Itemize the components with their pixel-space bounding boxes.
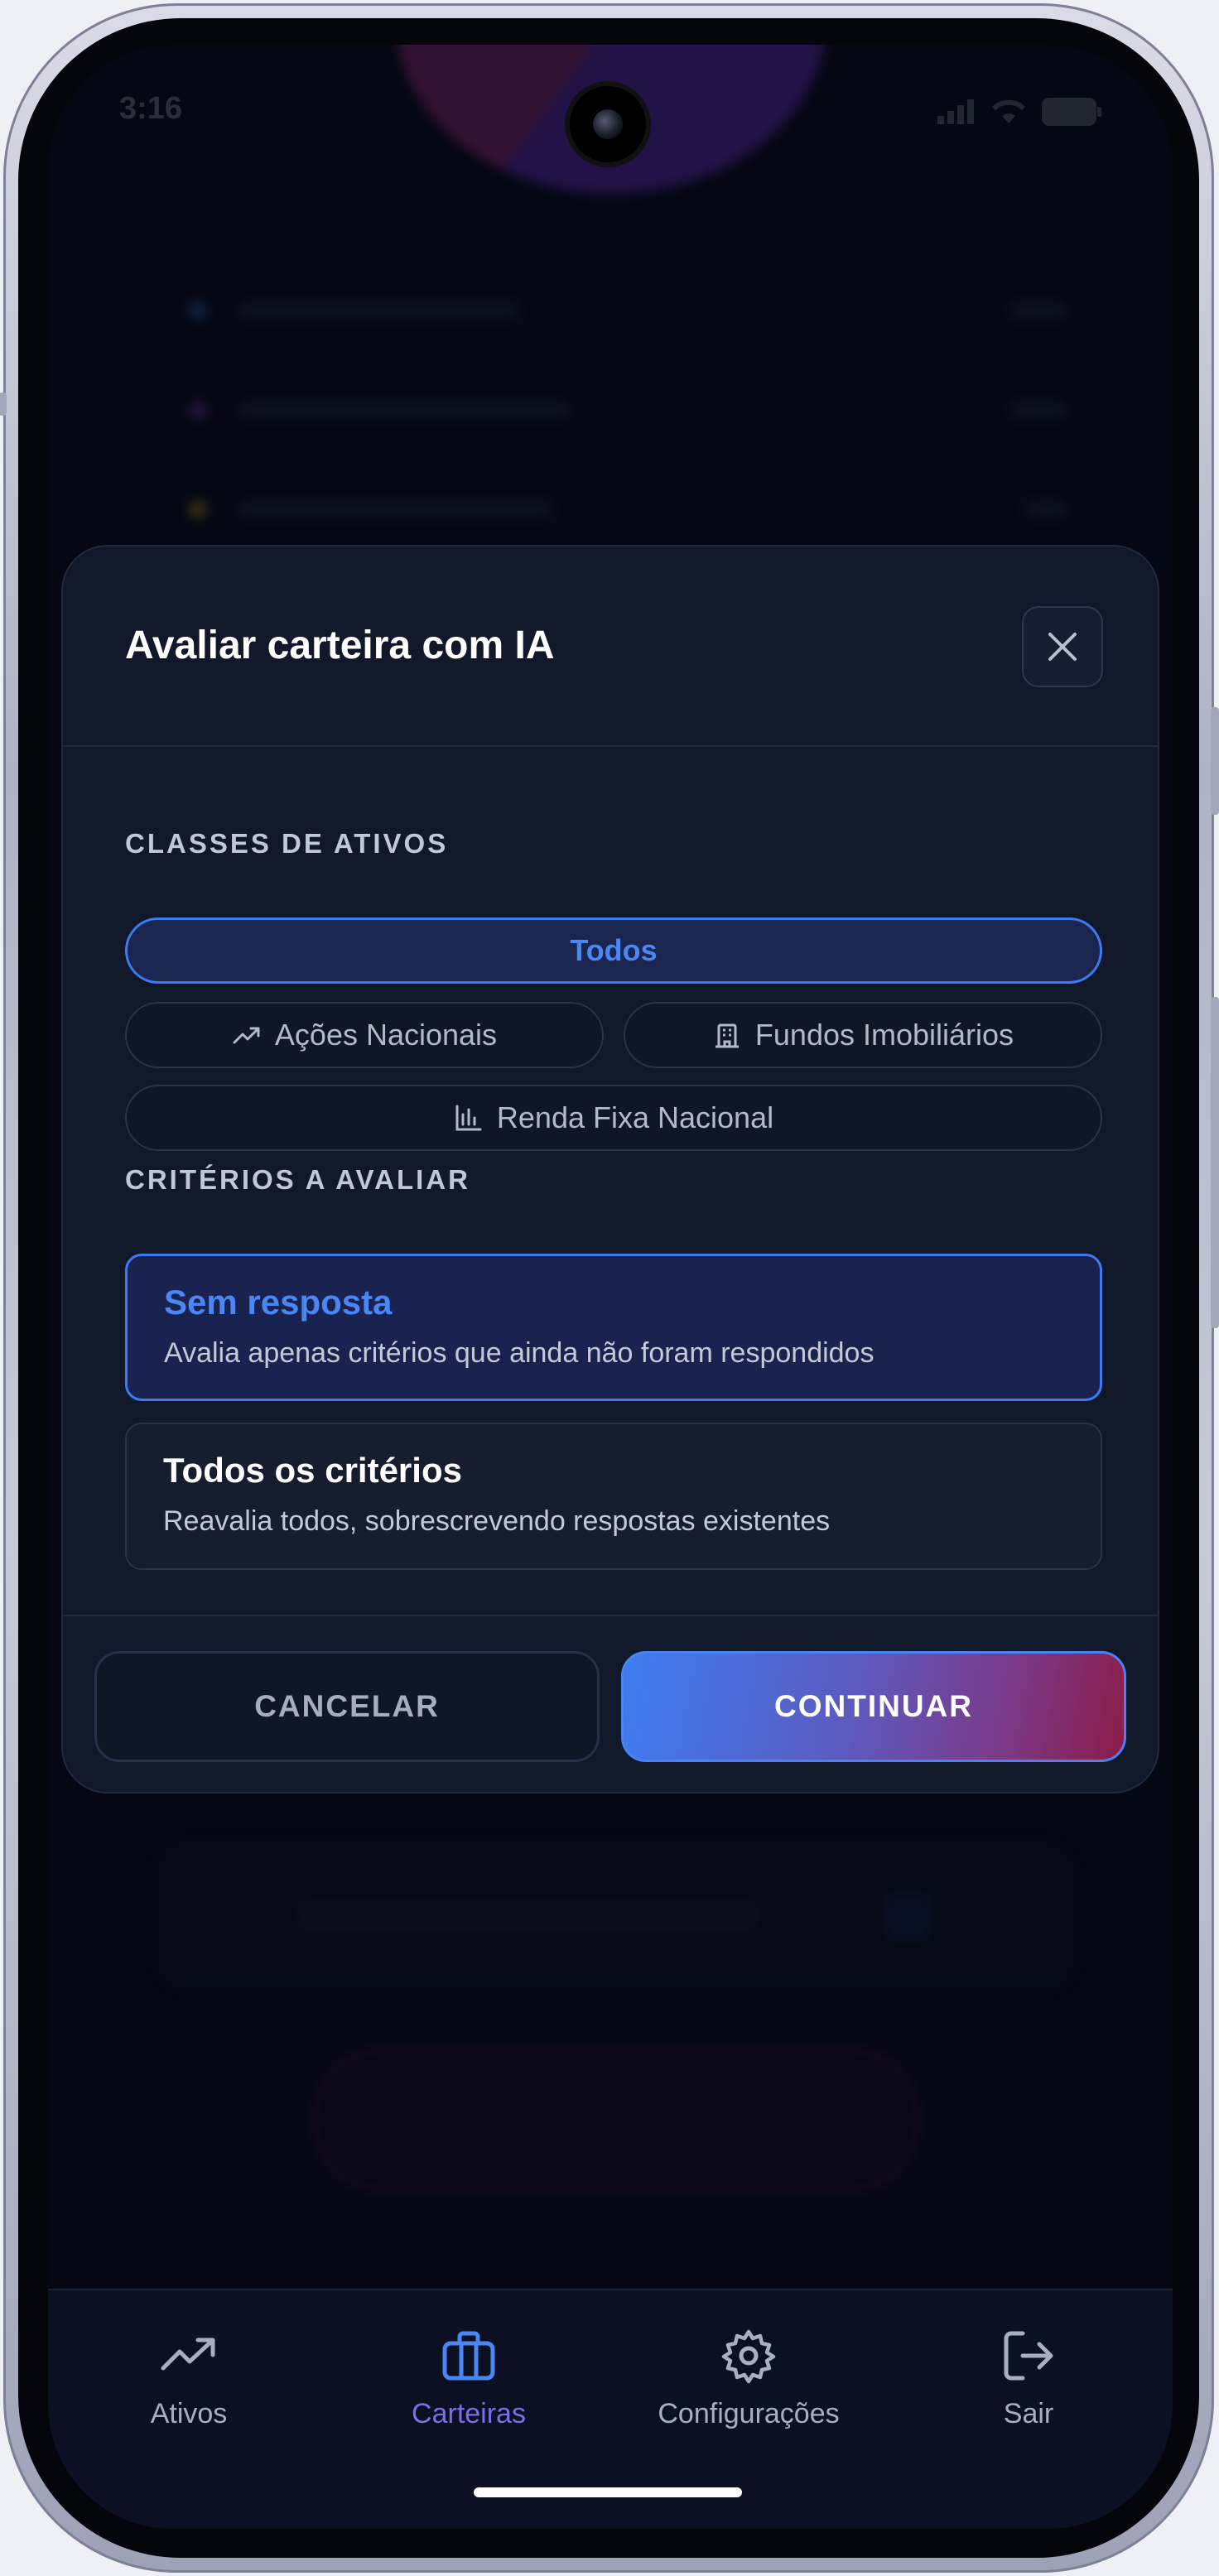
home-indicator [474, 2487, 742, 2497]
tab-carteiras[interactable]: Carteiras [361, 2325, 576, 2433]
side-button [1211, 997, 1219, 1328]
chip-renda-fixa-nacional[interactable]: Renda Fixa Nacional [125, 1085, 1102, 1151]
building-icon [715, 1023, 739, 1048]
battery-icon [1042, 98, 1101, 126]
screen: 3:16 Avaliar carteira com IA CLASSES DE … [48, 45, 1173, 2529]
signal-icon [937, 99, 974, 124]
continue-button[interactable]: CONTINUAR [621, 1651, 1126, 1762]
close-icon [1048, 633, 1077, 661]
cancel-button[interactable]: CANCELAR [94, 1651, 600, 1762]
asset-classes-label: CLASSES DE ATIVOS [125, 828, 449, 859]
option-title: Todos os critérios [163, 1451, 462, 1490]
footer-divider [63, 1615, 1158, 1616]
criteria-label: CRITÉRIOS A AVALIAR [125, 1164, 470, 1195]
chip-acoes-nacionais[interactable]: Ações Nacionais [125, 1002, 604, 1068]
volume-button [0, 392, 7, 416]
tab-sair[interactable]: Sair [921, 2325, 1136, 2433]
option-description: Avalia apenas critérios que ainda não fo… [164, 1337, 874, 1369]
chip-label: Renda Fixa Nacional [496, 1100, 774, 1134]
tab-label: Sair [1003, 2398, 1054, 2429]
tab-label: Configurações [658, 2398, 840, 2429]
tab-label: Carteiras [412, 2398, 526, 2429]
tab-ativos[interactable]: Ativos [81, 2325, 296, 2433]
briefcase-icon [442, 2331, 495, 2381]
logout-icon [1004, 2331, 1053, 2381]
status-icons [937, 98, 1101, 126]
option-description: Reavalia todos, sobrescrevendo respostas… [163, 1505, 831, 1537]
header-divider [63, 745, 1158, 747]
status-time: 3:16 [119, 91, 183, 126]
option-title: Sem resposta [164, 1283, 393, 1322]
bar-chart-icon [455, 1105, 482, 1131]
power-button [1211, 707, 1219, 815]
chip-todos[interactable]: Todos [125, 917, 1102, 984]
modal-title: Avaliar carteira com IA [125, 624, 555, 667]
close-button[interactable] [1022, 606, 1103, 687]
wifi-icon [991, 99, 1026, 123]
chip-label: Todos [570, 933, 658, 967]
camera [570, 86, 646, 162]
trending-up-icon [233, 1027, 260, 1044]
option-sem-resposta[interactable]: Sem resposta Avalia apenas critérios que… [125, 1254, 1102, 1401]
gear-icon [721, 2329, 776, 2384]
trending-up-icon [161, 2338, 215, 2371]
evaluate-wallet-modal: Avaliar carteira com IA CLASSES DE ATIVO… [61, 545, 1159, 1794]
chip-label: Ações Nacionais [274, 1018, 498, 1052]
option-todos-criterios[interactable]: Todos os critérios Reavalia todos, sobre… [125, 1423, 1102, 1570]
chip-label: Fundos Imobiliários [754, 1018, 1014, 1052]
chip-fundos-imobiliarios[interactable]: Fundos Imobiliários [624, 1002, 1102, 1068]
tab-label: Ativos [150, 2398, 228, 2429]
tab-configuracoes[interactable]: Configurações [641, 2325, 856, 2433]
